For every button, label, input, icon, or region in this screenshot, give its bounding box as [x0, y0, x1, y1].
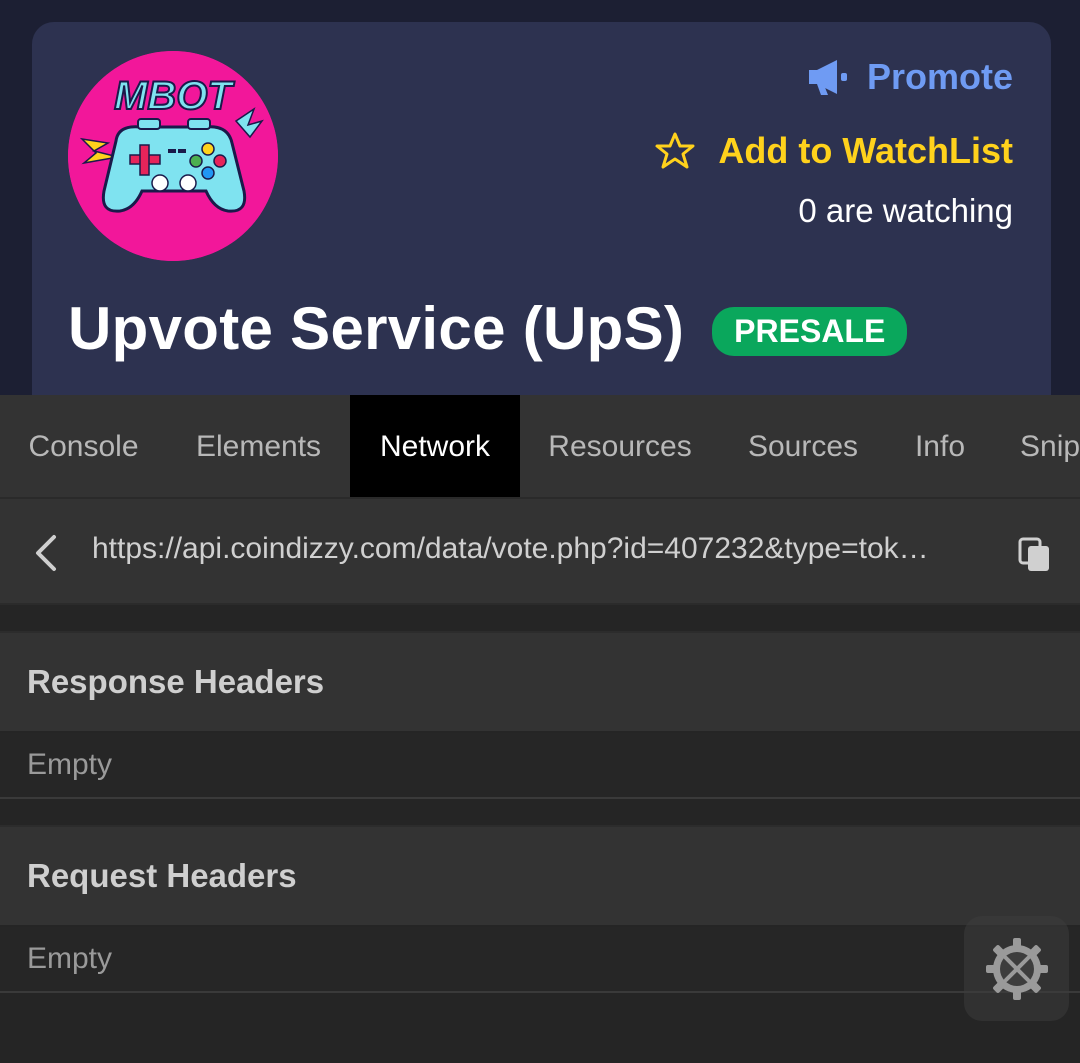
watchlist-label: Add to WatchList — [718, 130, 1013, 171]
section-empty-text: Empty — [27, 942, 113, 975]
token-name: Upvote Service (UpS) — [68, 295, 685, 362]
tab-label: Elements — [195, 430, 322, 463]
section-spacer — [0, 801, 1080, 825]
watching-count: 0 are watching — [798, 192, 1013, 229]
response-headers-body: Empty — [0, 733, 1080, 799]
devtools-panel: Console Elements Network Resources Sourc… — [0, 395, 1080, 1063]
tab-info[interactable]: Info — [886, 395, 994, 497]
tab-console[interactable]: Console — [0, 395, 167, 497]
megaphone-icon — [808, 60, 847, 95]
tab-elements[interactable]: Elements — [167, 395, 350, 497]
section-spacer — [0, 607, 1080, 631]
response-headers-section-header[interactable]: Response Headers — [0, 631, 1080, 731]
tab-label: Sources — [747, 430, 859, 463]
web-page: MBOT Promote Add to WatchList 0 are watc… — [0, 0, 1080, 422]
tab-label: Snip — [1020, 430, 1080, 463]
gamepad-logo-image: MBOT — [68, 51, 278, 261]
copy-icon[interactable] — [1018, 537, 1052, 573]
tab-network[interactable]: Network — [350, 395, 520, 497]
section-title: Request Headers — [27, 857, 297, 894]
promote-button[interactable]: Promote — [807, 56, 1013, 98]
request-headers-body: Empty — [0, 927, 1080, 993]
promote-label: Promote — [866, 56, 1013, 97]
section-title: Response Headers — [27, 663, 325, 700]
presale-badge: PRESALE — [712, 307, 908, 356]
star-outline-icon — [655, 132, 695, 169]
devtools-tabbar: Console Elements Network Resources Sourc… — [0, 395, 1080, 499]
token-card: MBOT Promote Add to WatchList 0 are watc… — [32, 22, 1051, 422]
chevron-left-icon[interactable] — [32, 533, 62, 573]
request-url-bar: https://api.coindizzy.com/data/vote.php?… — [0, 499, 1080, 605]
request-url: https://api.coindizzy.com/data/vote.php?… — [92, 532, 929, 565]
logo-lettering: MBOT — [114, 74, 235, 118]
tab-label: Info — [914, 430, 966, 463]
section-empty-text: Empty — [27, 748, 113, 781]
tab-label: Resources — [548, 430, 692, 463]
settings-tools-icon — [985, 937, 1048, 1000]
add-to-watchlist-button[interactable]: Add to WatchList — [654, 130, 1013, 172]
tab-label: Console — [28, 430, 139, 463]
devtools-settings-button[interactable] — [964, 916, 1069, 1021]
tab-label: Network — [379, 430, 491, 463]
token-title-row: Upvote Service (UpS) PRESALE — [68, 294, 908, 363]
tab-snippets[interactable]: Snip — [994, 395, 1080, 497]
tab-sources[interactable]: Sources — [720, 395, 886, 497]
tab-resources[interactable]: Resources — [520, 395, 720, 497]
token-logo: MBOT — [68, 51, 278, 261]
request-headers-section-header[interactable]: Request Headers — [0, 825, 1080, 925]
